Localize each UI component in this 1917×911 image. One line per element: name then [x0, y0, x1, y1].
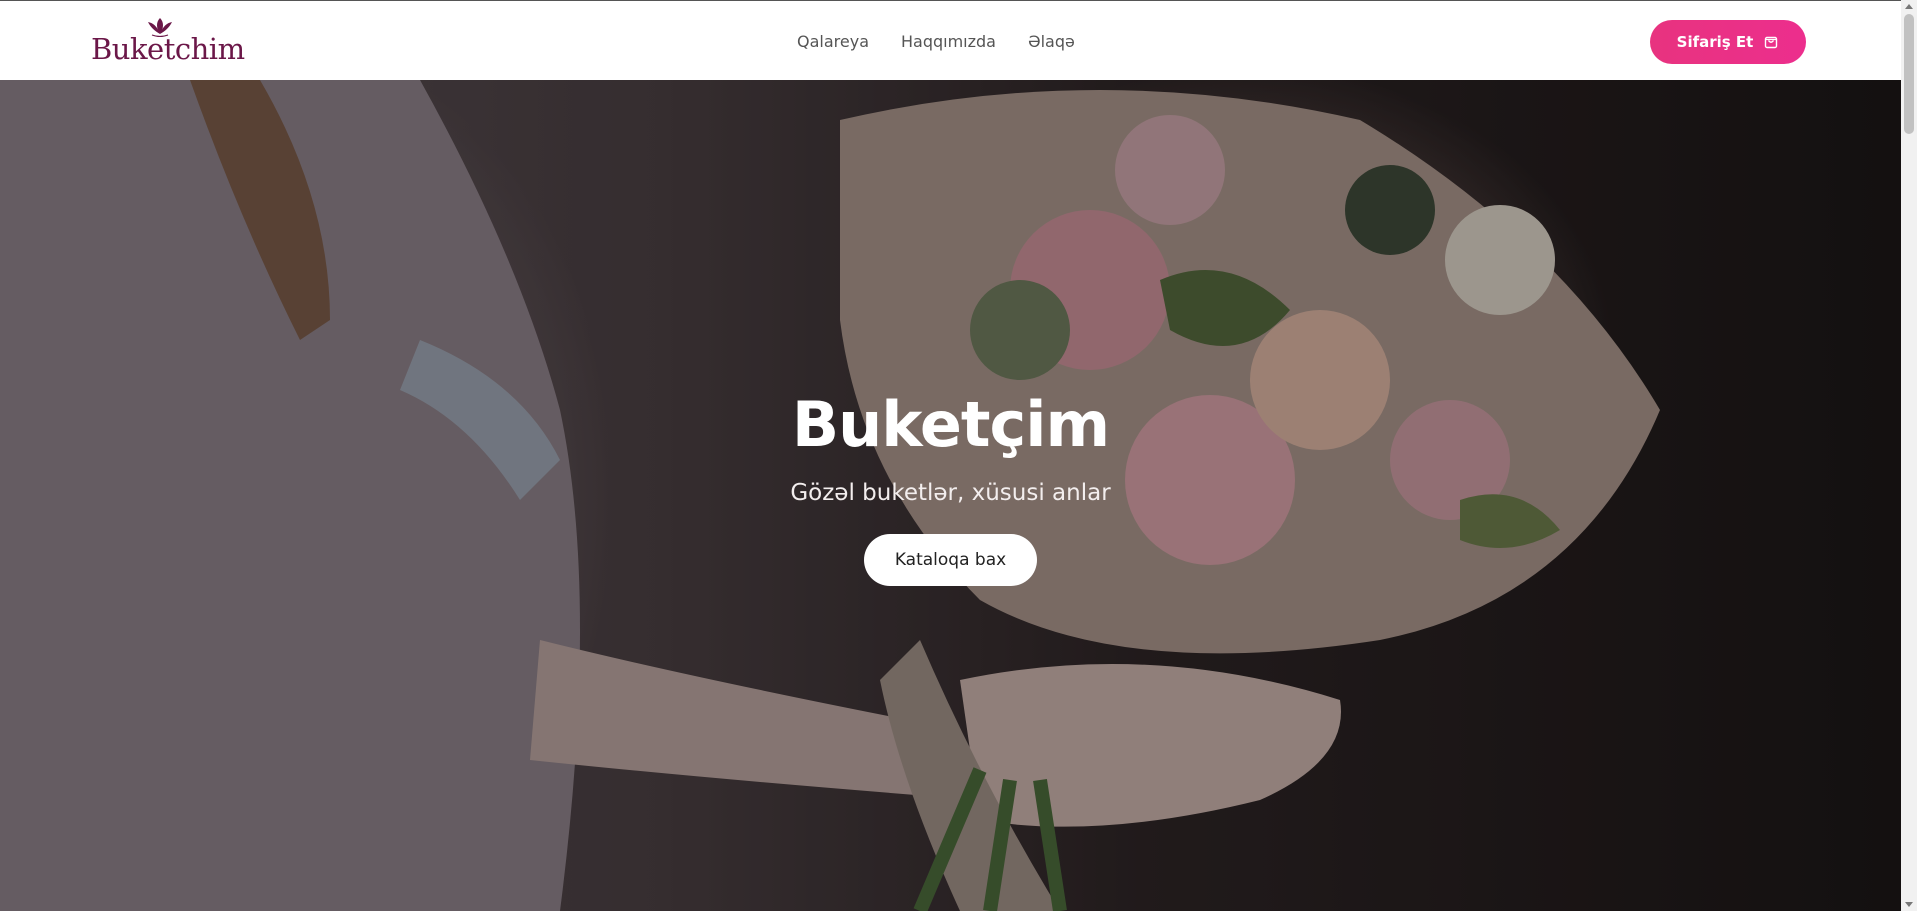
- scroll-down-arrow-icon[interactable]: [1905, 902, 1913, 907]
- brand-logo[interactable]: Buketchim: [91, 17, 245, 67]
- hero-subtitle: Gözəl buketlər, xüsusi anlar: [790, 480, 1111, 506]
- hero-title: Buketçim: [791, 388, 1110, 461]
- site-header: Buketchim Qalareya Haqqımızda Əlaqə Sifa…: [0, 0, 1901, 80]
- hero-section: Buketçim Gözəl buketlər, xüsusi anlar Ka…: [0, 80, 1901, 911]
- order-button-label: Sifariş Et: [1676, 33, 1754, 51]
- catalog-button[interactable]: Kataloqa bax: [863, 534, 1038, 586]
- hero-content: Buketçim Gözəl buketlər, xüsusi anlar Ka…: [0, 390, 1901, 586]
- order-button[interactable]: Sifariş Et: [1650, 20, 1806, 64]
- scroll-up-arrow-icon[interactable]: [1905, 4, 1913, 9]
- main-nav: Qalareya Haqqımızda Əlaqə: [797, 1, 1075, 81]
- brand-name: Buketchim: [91, 32, 245, 66]
- nav-item-about[interactable]: Haqqımızda: [901, 32, 996, 51]
- scrollbar-thumb[interactable]: [1904, 14, 1914, 134]
- shopping-bag-icon: [1765, 36, 1778, 49]
- nav-item-contact[interactable]: Əlaqə: [1028, 32, 1075, 51]
- nav-item-gallery[interactable]: Qalareya: [797, 32, 869, 51]
- page-scrollbar[interactable]: [1901, 0, 1917, 911]
